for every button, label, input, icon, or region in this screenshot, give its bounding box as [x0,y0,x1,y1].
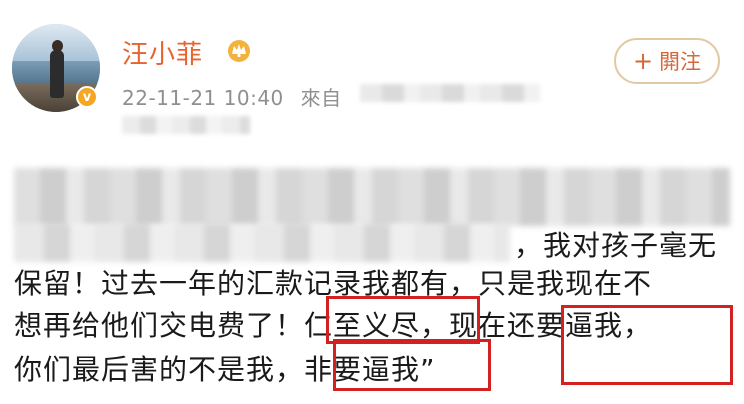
post-meta: 22-11-21 10:40 來自 [122,82,342,111]
highlight-box-huanyaobiwo [561,305,733,385]
follow-label: 閞注 [659,50,702,74]
blurred-edit-info [122,116,250,134]
blurred-source [360,84,540,102]
post-timestamp: 22-11-21 10:40 [122,86,284,110]
follow-button[interactable]: + 閞注 [614,38,720,84]
highlight-box-renzhiyijin [326,296,480,344]
crown-icon [228,40,250,62]
source-prefix: 來自 [300,86,342,110]
post-text-line-1: ，我对孩子毫无 [514,229,718,262]
verified-badge-icon: v [76,86,98,108]
username[interactable]: 汪小菲 [122,34,203,71]
blurred-text-2 [14,224,510,262]
blurred-text [14,168,730,226]
plus-icon: + [632,47,654,75]
highlight-box-feiyaobiwo [333,339,491,391]
